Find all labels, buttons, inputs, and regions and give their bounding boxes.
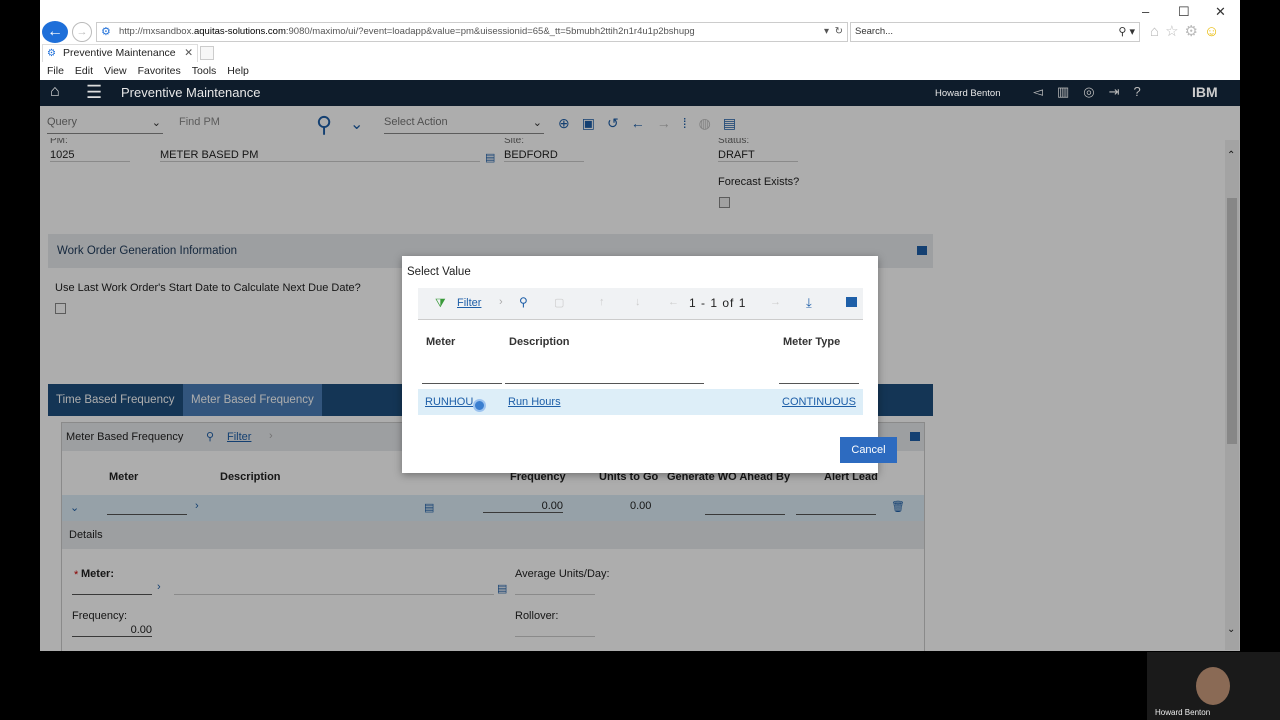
maximize-icon[interactable]: ☐ [1178, 4, 1190, 20]
select-value-dialog: Select Value ⧩ Filter › ⚲ ▢ ↑ ↓ ← 1 - 1 … [402, 256, 897, 473]
participant-name: Howard Benton [1155, 708, 1211, 717]
browser-menubar: File Edit View Favorites Tools Help [40, 62, 1240, 80]
browser-search-input[interactable]: Search... ⚲ ▾ [850, 22, 1140, 42]
back-arrow-icon[interactable]: ← [42, 21, 68, 43]
site-icon: ⚙ [101, 26, 111, 38]
reports-icon[interactable]: ▥ [1057, 84, 1083, 99]
menu-view[interactable]: View [104, 65, 127, 77]
smiley-feedback-icon[interactable]: ☺ [1204, 23, 1225, 40]
desktop-screen: – ☐ ✕ ← → ⚙ http://mxsandbox.aquitas-sol… [40, 0, 1240, 651]
forward-arrow-icon[interactable]: → [72, 22, 92, 42]
tab-favicon-icon: ⚙ [47, 48, 56, 59]
settings-gear-icon[interactable]: ⚙ [1185, 23, 1204, 40]
participant-avatar [1196, 667, 1230, 705]
meter-filter-input[interactable] [422, 383, 502, 384]
address-bar[interactable]: ⚙ http://mxsandbox.aquitas-solutions.com… [96, 22, 848, 42]
signout-icon[interactable]: ⇥ [1109, 84, 1134, 99]
paging-text: 1 - 1 of 1 [689, 296, 747, 310]
clear-filter-icon: ▢ [554, 297, 565, 309]
browser-toolbar-icons: ⌂☆⚙☺ [1150, 22, 1225, 40]
app-home-icon[interactable]: ⌂ [50, 83, 60, 101]
filter-funnel-icon[interactable]: ⧩ [435, 296, 446, 311]
bulletin-icon[interactable]: ◅ [1033, 84, 1057, 99]
header-icons: ◅▥◎⇥? [1033, 84, 1155, 100]
url-prefix: http://mxsandbox. [119, 26, 194, 37]
search-placeholder: Search... [855, 26, 894, 37]
dialog-title: Select Value [407, 266, 471, 278]
mouse-cursor-indicator [473, 399, 486, 412]
meter-type-filter-input[interactable] [779, 383, 859, 384]
arrow-up-icon: ↑ [599, 296, 605, 308]
menu-edit[interactable]: Edit [75, 65, 93, 77]
ibm-logo: IBM [1192, 84, 1218, 100]
row-description-link[interactable]: Run Hours [508, 396, 561, 408]
favorites-star-icon[interactable]: ☆ [1165, 23, 1184, 40]
menu-favorites[interactable]: Favorites [138, 65, 181, 77]
dialog-col-meter[interactable]: Meter [426, 336, 455, 348]
row-meter-link[interactable]: RUNHOU [425, 396, 473, 408]
help-icon[interactable]: ? [1134, 84, 1155, 99]
browser-tab[interactable]: ⚙ Preventive Maintenance ✕ [42, 44, 198, 62]
dialog-table-toolbar: ⧩ Filter › ⚲ ▢ ↑ ↓ ← 1 - 1 of 1 → ⤓ [418, 288, 863, 320]
browser-chrome: – ☐ ✕ ← → ⚙ http://mxsandbox.aquitas-sol… [40, 0, 1240, 44]
dialog-col-description[interactable]: Description [509, 336, 570, 348]
profile-icon[interactable]: ◎ [1083, 84, 1108, 99]
home-icon[interactable]: ⌂ [1150, 23, 1165, 40]
row-meter-type-link[interactable]: CONTINUOUS [782, 396, 856, 408]
app-header: ⌂ ☰ Preventive Maintenance Howard Benton… [40, 80, 1240, 106]
browser-tab-row: ⚙ Preventive Maintenance ✕ [40, 44, 1240, 62]
new-tab-button[interactable] [200, 46, 214, 60]
dialog-filter-link[interactable]: Filter [457, 297, 481, 309]
video-call-tile: Howard Benton [1147, 652, 1280, 720]
refresh-icon[interactable]: ▾ ↻ [824, 23, 843, 41]
close-window-icon[interactable]: ✕ [1215, 4, 1226, 20]
tab-close-icon[interactable]: ✕ [184, 45, 193, 62]
tab-label: Preventive Maintenance [63, 47, 176, 59]
minimize-icon[interactable]: – [1142, 4, 1149, 19]
search-icon[interactable]: ⚲ [519, 295, 528, 309]
arrow-down-icon: ↓ [635, 296, 641, 308]
search-icon[interactable]: ⚲ ▾ [1118, 23, 1135, 41]
cancel-button[interactable]: Cancel [840, 437, 897, 463]
next-page-icon: → [770, 296, 781, 308]
user-name: Howard Benton [935, 88, 1001, 99]
url-rest: :9080/maximo/ui/?event=loadapp&value=pm&… [285, 26, 695, 37]
description-filter-input[interactable] [505, 383, 704, 384]
chevron-right-icon: › [499, 296, 503, 308]
table-row[interactable]: RUNHOU Run Hours CONTINUOUS [418, 389, 863, 415]
menu-help[interactable]: Help [227, 65, 249, 77]
download-icon[interactable]: ⤓ [806, 295, 812, 311]
previous-page-icon: ← [668, 296, 679, 308]
maximize-table-icon[interactable] [846, 297, 857, 307]
app-title: Preventive Maintenance [121, 85, 261, 100]
menu-tools[interactable]: Tools [192, 65, 217, 77]
url-domain: aquitas-solutions.com [193, 26, 286, 37]
hamburger-menu-icon[interactable]: ☰ [86, 82, 102, 103]
menu-file[interactable]: File [47, 65, 64, 77]
dialog-col-meter-type[interactable]: Meter Type [783, 336, 840, 348]
